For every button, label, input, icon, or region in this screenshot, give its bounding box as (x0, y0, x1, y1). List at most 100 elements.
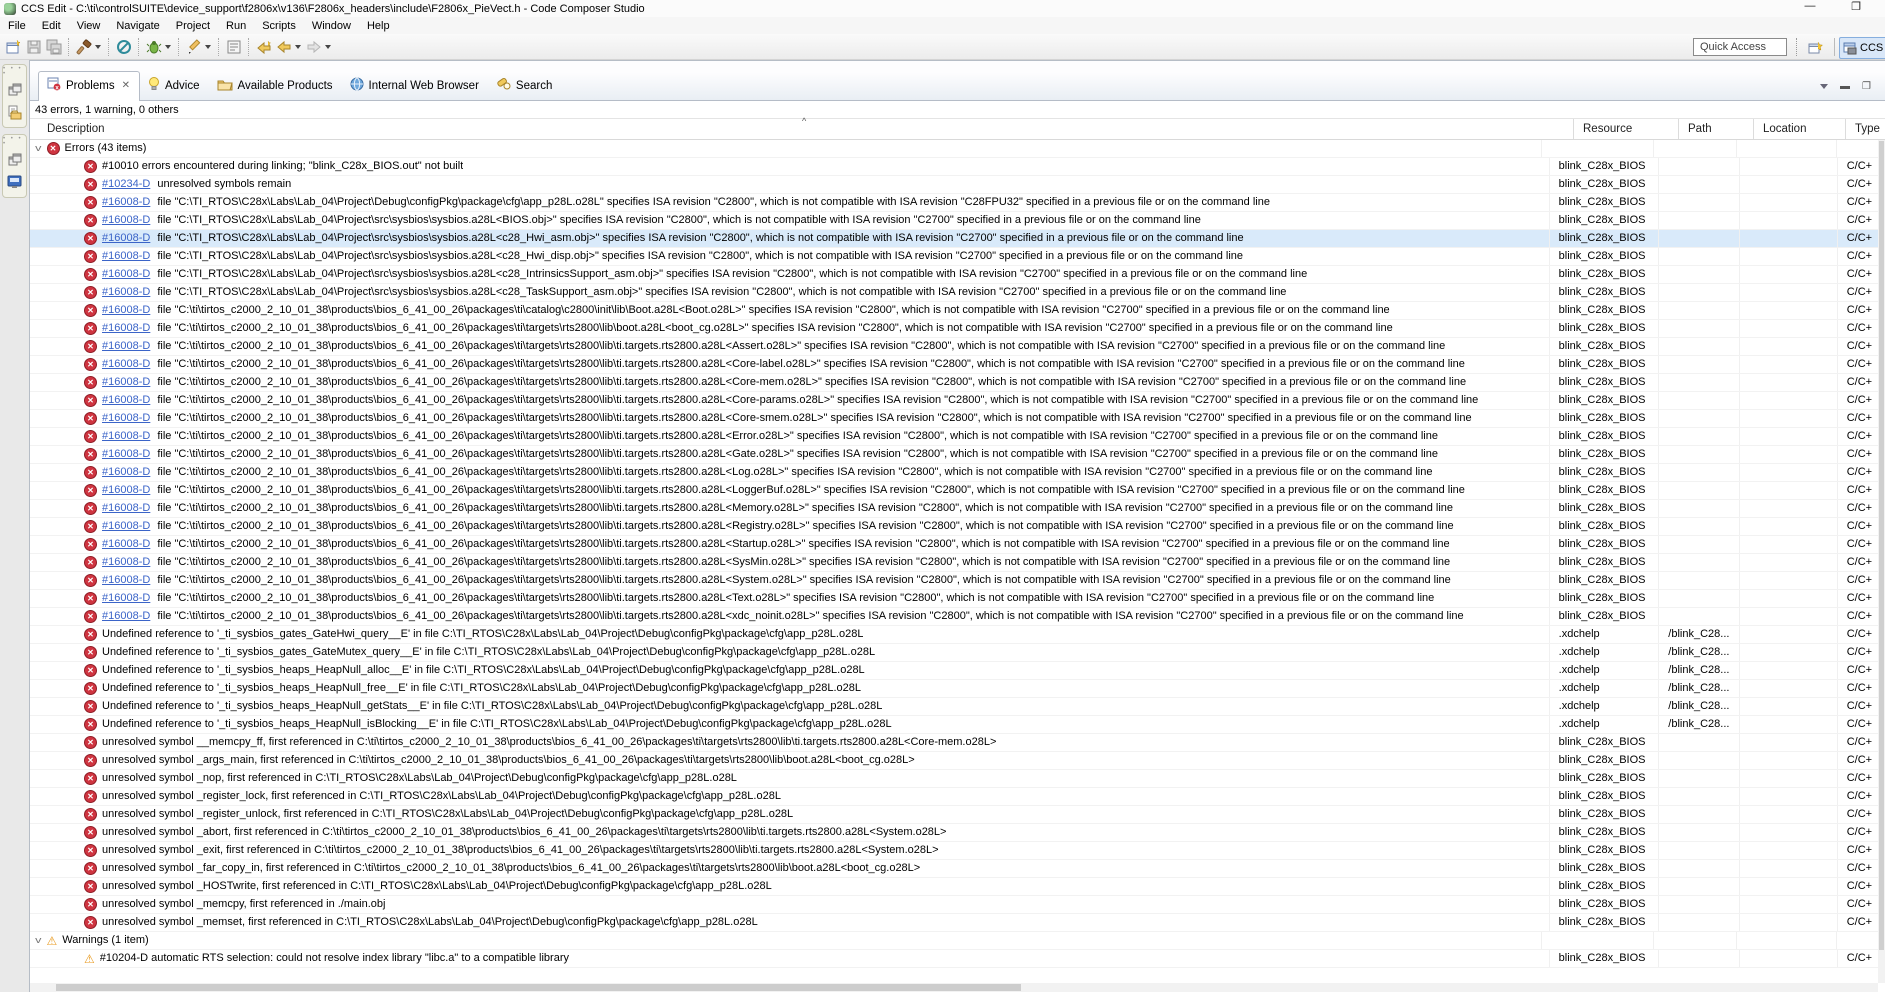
table-row[interactable]: ✕ Undefined reference to '_ti_sysbios_hea… (30, 662, 1878, 680)
table-row[interactable]: ✕ unresolved symbol _HOSTwrite, first ref… (30, 878, 1878, 896)
tab-internal-web-browser[interactable]: Internal Web Browser (342, 72, 488, 100)
table-row[interactable]: ✕ #16008-D file "C:\TI_RTOS\C28x\Labs\Lab_… (30, 266, 1878, 284)
table-row[interactable]: ✕ Undefined reference to '_ti_sysbios_hea… (30, 680, 1878, 698)
table-row[interactable]: ⚠ #10204-D automatic RTS selection: could… (30, 950, 1878, 968)
pencil-icon[interactable] (185, 38, 203, 56)
vertical-scrollbar-thumb[interactable] (1879, 141, 1884, 951)
error-id-link[interactable]: #16008-D (102, 320, 150, 337)
error-id-link[interactable]: #16008-D (102, 356, 150, 373)
table-row[interactable]: ✕ unresolved symbol __memcpy_ff, first re… (30, 734, 1878, 752)
table-row[interactable]: ✕ unresolved symbol _args_main, first ref… (30, 752, 1878, 770)
table-row[interactable]: ✕ #16008-D file "C:\ti\tirtos_c2000_2_10_0… (30, 320, 1878, 338)
build-icon[interactable] (75, 38, 93, 56)
table-row[interactable]: ✕ Undefined reference to '_ti_sysbios_gat… (30, 644, 1878, 662)
table-row[interactable]: ✕ #16008-D file "C:\ti\tirtos_c2000_2_10_0… (30, 536, 1878, 554)
error-id-link[interactable]: #16008-D (102, 536, 150, 553)
error-id-link[interactable]: #16008-D (102, 284, 150, 301)
copy-file-icon[interactable] (7, 104, 23, 120)
table-row[interactable]: ✕ #16008-D file "C:\ti\tirtos_c2000_2_10_0… (30, 500, 1878, 518)
error-id-link[interactable]: #16008-D (102, 554, 150, 571)
group-row[interactable]: v ⚠ Warnings (1 item) (30, 932, 1878, 950)
restore-view-icon[interactable] (7, 152, 23, 168)
error-id-link[interactable]: #16008-D (102, 446, 150, 463)
debug-icon[interactable] (115, 38, 133, 56)
table-row[interactable]: ✕ #16008-D file "C:\TI_RTOS\C28x\Labs\Lab_… (30, 230, 1878, 248)
group-row[interactable]: v ✕ Errors (43 items) (30, 140, 1878, 158)
table-row[interactable]: ✕ unresolved symbol _far_copy_in, first r… (30, 860, 1878, 878)
table-row[interactable]: ✕ Undefined reference to '_ti_sysbios_hea… (30, 698, 1878, 716)
vertical-scrollbar[interactable] (1878, 140, 1885, 983)
drag-handle[interactable]: • • • • (3, 66, 26, 77)
forward-icon[interactable] (305, 38, 323, 56)
menu-run[interactable]: Run (218, 19, 254, 33)
table-row[interactable]: ✕ #10010 errors encountered during linkin… (30, 158, 1878, 176)
table-row[interactable]: ✕ #10234-D unresolved symbols remain blink_… (30, 176, 1878, 194)
restore-button[interactable]: ❐ (1847, 0, 1865, 13)
table-row[interactable]: ✕ Undefined reference to '_ti_sysbios_hea… (30, 716, 1878, 734)
expander-chevron-icon[interactable]: v (35, 140, 41, 157)
restore-view-icon[interactable] (7, 82, 23, 98)
dropdown-arrow-icon[interactable] (165, 44, 171, 49)
horizontal-scrollbar-thumb[interactable] (56, 984, 1021, 991)
save-all-icon[interactable] (45, 38, 63, 56)
open-element-icon[interactable] (225, 38, 243, 56)
table-row[interactable]: ✕ unresolved symbol _abort, first referen… (30, 824, 1878, 842)
table-row[interactable]: ✕ unresolved symbol _nop, first reference… (30, 770, 1878, 788)
menu-view[interactable]: View (69, 19, 109, 33)
table-row[interactable]: ✕ #16008-D file "C:\ti\tirtos_c2000_2_10_0… (30, 356, 1878, 374)
menu-scripts[interactable]: Scripts (254, 19, 304, 33)
table-row[interactable]: ✕ unresolved symbol _exit, first referenc… (30, 842, 1878, 860)
error-id-link[interactable]: #16008-D (102, 338, 150, 355)
table-row[interactable]: ✕ #16008-D file "C:\ti\tirtos_c2000_2_10_0… (30, 374, 1878, 392)
dropdown-arrow-icon[interactable] (205, 44, 211, 49)
table-row[interactable]: ✕ #16008-D file "C:\ti\tirtos_c2000_2_10_0… (30, 428, 1878, 446)
table-row[interactable]: ✕ #16008-D file "C:\ti\tirtos_c2000_2_10_0… (30, 482, 1878, 500)
table-row[interactable]: ✕ #16008-D file "C:\ti\tirtos_c2000_2_10_0… (30, 446, 1878, 464)
minimize-button[interactable]: — (1801, 0, 1819, 13)
back-icon[interactable] (275, 38, 293, 56)
column-path[interactable]: Path (1679, 119, 1754, 139)
error-id-link[interactable]: #16008-D (102, 500, 150, 517)
table-row[interactable]: ✕ #16008-D file "C:\TI_RTOS\C28x\Labs\Lab_… (30, 194, 1878, 212)
table-row[interactable]: ✕ #16008-D file "C:\TI_RTOS\C28x\Labs\Lab_… (30, 248, 1878, 266)
error-id-link[interactable]: #16008-D (102, 248, 150, 265)
menu-edit[interactable]: Edit (34, 19, 69, 33)
table-row[interactable]: ✕ unresolved symbol _memset, first refere… (30, 914, 1878, 932)
quick-access-input[interactable]: Quick Access (1693, 38, 1787, 56)
error-id-link[interactable]: #16008-D (102, 482, 150, 499)
menu-file[interactable]: File (0, 19, 34, 33)
last-edit-icon[interactable] (255, 38, 273, 56)
table-row[interactable]: ✕ #16008-D file "C:\ti\tirtos_c2000_2_10_0… (30, 392, 1878, 410)
error-id-link[interactable]: #16008-D (102, 590, 150, 607)
save-icon[interactable] (25, 38, 43, 56)
error-id-link[interactable]: #16008-D (102, 266, 150, 283)
table-row[interactable]: ✕ #16008-D file "C:\ti\tirtos_c2000_2_10_0… (30, 302, 1878, 320)
new-file-icon[interactable] (5, 38, 23, 56)
error-id-link[interactable]: #16008-D (102, 194, 150, 211)
open-perspective-button[interactable] (1806, 39, 1824, 57)
error-id-link[interactable]: #16008-D (102, 212, 150, 229)
table-row[interactable]: ✕ unresolved symbol _register_unlock, fir… (30, 806, 1878, 824)
dropdown-arrow-icon[interactable] (95, 44, 101, 49)
maximize-view-button[interactable]: ❐ (1862, 81, 1871, 92)
table-row[interactable]: ✕ unresolved symbol _memcpy, first refere… (30, 896, 1878, 914)
table-row[interactable]: ✕ #16008-D file "C:\ti\tirtos_c2000_2_10_0… (30, 464, 1878, 482)
tab-available-products[interactable]: Available Products (209, 73, 342, 100)
tab-close-icon[interactable]: ✕ (122, 80, 130, 91)
table-row[interactable]: ✕ #16008-D file "C:\ti\tirtos_c2000_2_10_0… (30, 518, 1878, 536)
menu-navigate[interactable]: Navigate (108, 19, 167, 33)
column-location[interactable]: Location (1754, 119, 1846, 139)
tab-advice[interactable]: Advice (140, 72, 209, 100)
column-type[interactable]: Type (1846, 119, 1880, 139)
horizontal-scrollbar[interactable] (30, 983, 1878, 992)
table-row[interactable]: ✕ #16008-D file "C:\ti\tirtos_c2000_2_10_0… (30, 410, 1878, 428)
bug-icon[interactable] (145, 38, 163, 56)
error-id-link[interactable]: #16008-D (102, 302, 150, 319)
table-row[interactable]: ✕ Undefined reference to '_ti_sysbios_gat… (30, 626, 1878, 644)
column-description[interactable]: Description ^ (30, 116, 1574, 139)
minimize-view-button[interactable]: ▬ (1840, 81, 1850, 92)
table-row[interactable]: ✕ #16008-D file "C:\TI_RTOS\C28x\Labs\Lab_… (30, 284, 1878, 302)
error-id-link[interactable]: #16008-D (102, 572, 150, 589)
error-id-link[interactable]: #16008-D (102, 518, 150, 535)
table-row[interactable]: ✕ #16008-D file "C:\ti\tirtos_c2000_2_10_0… (30, 608, 1878, 626)
